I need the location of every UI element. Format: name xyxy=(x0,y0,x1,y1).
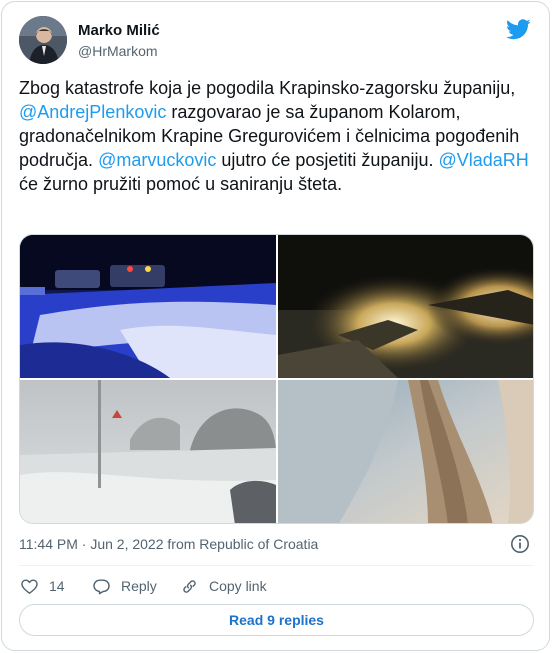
twitter-bird-icon[interactable] xyxy=(506,19,531,40)
link-icon xyxy=(183,579,196,593)
like-count: 14 xyxy=(49,578,65,594)
hail-storm-field-photo[interactable] xyxy=(20,380,276,523)
tweet-text-segment: Zbog katastrofe koja je pogodila Krapins… xyxy=(19,78,516,98)
speech-bubble-icon xyxy=(93,578,110,594)
mention-link[interactable]: @marvuckovic xyxy=(98,150,216,170)
tweet-timestamp[interactable]: 11:44 PM · Jun 2, 2022 from Republic of … xyxy=(19,536,318,552)
reply-label: Reply xyxy=(121,578,157,594)
hail-covered-ground-photo[interactable] xyxy=(278,380,533,523)
tweet-text-segment: ujutro će posjetiti županiju. xyxy=(216,150,439,170)
like-button[interactable]: 14 xyxy=(20,574,65,598)
read-replies-button[interactable]: Read 9 replies xyxy=(19,604,534,636)
tweet-card: Marko Milić @HrMarkom Zbog katastrofe ko… xyxy=(1,1,550,651)
mention-link[interactable]: @VladaRH xyxy=(439,150,529,170)
copy-link-button[interactable]: Copy link xyxy=(180,574,267,598)
mention-link[interactable]: @AndrejPlenkovic xyxy=(19,102,166,122)
heart-icon xyxy=(21,578,38,594)
avatar[interactable] xyxy=(19,16,67,64)
tweet-text-segment: će žurno pružiti pomoć u saniranju šteta… xyxy=(19,174,343,194)
tweet-text: Zbog katastrofe koja je pogodila Krapins… xyxy=(19,76,539,196)
divider xyxy=(19,565,534,566)
author-handle[interactable]: @HrMarkom xyxy=(78,43,158,59)
copy-link-label: Copy link xyxy=(209,578,267,594)
info-icon[interactable] xyxy=(510,534,530,554)
night-car-headlights-photo[interactable] xyxy=(278,235,533,378)
media-grid xyxy=(19,234,534,524)
reply-button[interactable]: Reply xyxy=(92,574,157,598)
night-hail-road-photo[interactable] xyxy=(20,235,276,378)
author-name[interactable]: Marko Milić xyxy=(78,22,160,39)
